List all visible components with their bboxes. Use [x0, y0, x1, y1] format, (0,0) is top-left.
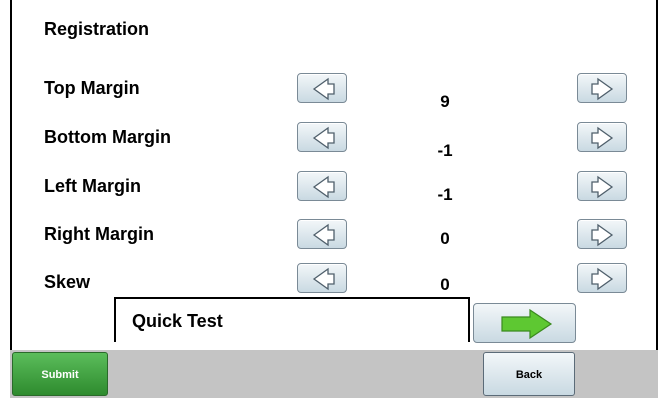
left-arrow-icon — [312, 126, 335, 150]
right-arrow-icon — [591, 267, 614, 291]
right-arrow-icon — [591, 126, 614, 150]
quick-test-box: Quick Test — [114, 297, 470, 342]
back-button[interactable]: Back — [483, 352, 575, 396]
submit-button[interactable]: Submit — [12, 352, 108, 396]
label-bottom-margin: Bottom Margin — [44, 127, 171, 147]
top-margin-increase-button[interactable] — [577, 73, 627, 103]
bottom-margin-decrease-button[interactable] — [297, 122, 347, 152]
value-right-margin: 0 — [440, 229, 450, 248]
left-arrow-icon — [312, 267, 335, 291]
value-top-margin: 9 — [440, 92, 450, 111]
quick-test-label: Quick Test — [132, 311, 223, 331]
quick-test-go-button[interactable] — [473, 303, 576, 343]
right-arrow-icon — [591, 175, 614, 199]
right-margin-increase-button[interactable] — [577, 219, 627, 249]
left-margin-increase-button[interactable] — [577, 171, 627, 201]
left-arrow-icon — [312, 223, 335, 247]
left-margin-decrease-button[interactable] — [297, 171, 347, 201]
label-skew: Skew — [44, 272, 91, 292]
skew-increase-button[interactable] — [577, 263, 627, 293]
skew-decrease-button[interactable] — [297, 263, 347, 293]
label-top-margin: Top Margin — [44, 78, 140, 98]
registration-panel: Registration Top Margin 9 Bottom Margin … — [10, 0, 658, 350]
right-arrow-icon — [591, 77, 614, 101]
left-arrow-icon — [312, 77, 335, 101]
label-left-margin: Left Margin — [44, 176, 141, 196]
top-margin-decrease-button[interactable] — [297, 73, 347, 103]
label-right-margin: Right Margin — [44, 224, 154, 244]
page-title: Registration — [44, 19, 150, 39]
right-margin-decrease-button[interactable] — [297, 219, 347, 249]
footer-bar: Submit Back — [10, 350, 658, 398]
value-left-margin: -1 — [437, 185, 453, 204]
right-arrow-icon — [591, 223, 614, 247]
value-skew: 0 — [440, 275, 450, 294]
left-arrow-icon — [312, 175, 335, 199]
bottom-margin-increase-button[interactable] — [577, 122, 627, 152]
registration-screen: Registration Top Margin 9 Bottom Margin … — [0, 0, 668, 402]
value-bottom-margin: -1 — [437, 141, 453, 160]
green-right-arrow-icon — [501, 308, 553, 340]
